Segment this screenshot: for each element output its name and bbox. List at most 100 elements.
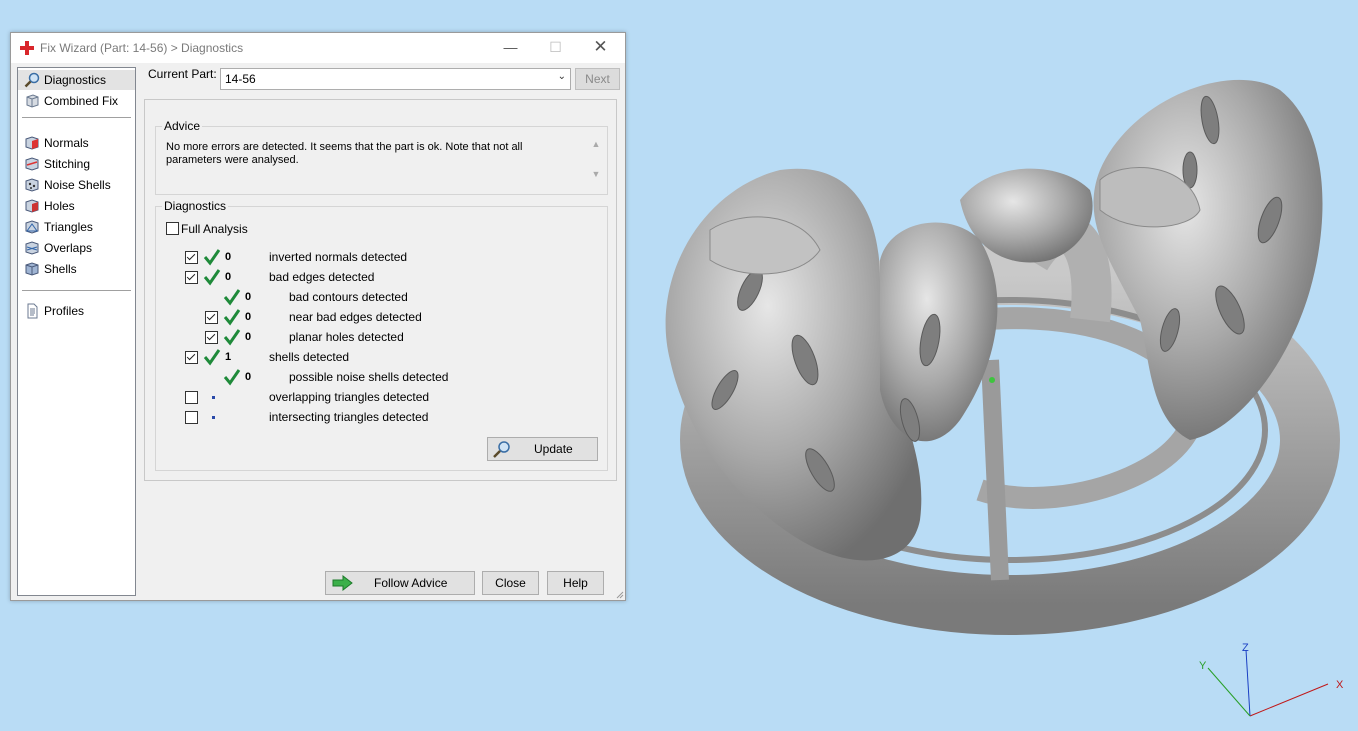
inverted-normals-label: inverted normals detected: [269, 250, 408, 264]
current-part-label: Current Part:: [148, 67, 217, 81]
shells-checkbox[interactable]: [185, 351, 198, 364]
nav-item-label: Profiles: [44, 304, 85, 318]
current-part-dropdown[interactable]: 14-56 ⌄: [220, 68, 571, 90]
advice-title: Advice: [162, 119, 203, 133]
full-analysis-checkbox[interactable]: [166, 222, 179, 235]
fix-wizard-dialog: Fix Wizard (Part: 14-56) > Diagnostics —…: [10, 32, 626, 601]
follow-advice-button[interactable]: Follow Advice: [325, 571, 475, 595]
nav-item-stitching[interactable]: Stitching: [18, 154, 135, 174]
red-cross-icon: [20, 41, 34, 55]
help-button[interactable]: Help: [547, 571, 604, 595]
noise-shells-count: 0: [245, 371, 252, 383]
follow-advice-label: Follow Advice: [374, 576, 448, 590]
overlapping-triangles-checkbox[interactable]: [185, 391, 198, 404]
nav-item-shells[interactable]: Shells: [18, 259, 135, 279]
near-bad-edges-count: 0: [245, 311, 252, 323]
nav-item-label: Stitching: [44, 157, 91, 171]
x-axis-label: X: [1336, 679, 1344, 691]
stitching-icon: [25, 157, 39, 171]
advice-scrollbar[interactable]: ▲ ▼: [589, 139, 603, 185]
axis-triad: [1207, 649, 1329, 717]
next-button[interactable]: Next: [575, 68, 620, 90]
magnifier-icon: [493, 441, 510, 458]
update-button[interactable]: Update: [487, 437, 598, 461]
nav-item-label: Overlaps: [44, 241, 93, 255]
near-bad-edges-label: near bad edges detected: [289, 310, 422, 324]
bad-contours-label: bad contours detected: [289, 290, 408, 304]
holes-cube-icon: [25, 199, 39, 213]
inverted-normals-checkbox[interactable]: [185, 251, 198, 264]
nav-item-label: Normals: [44, 136, 89, 150]
green-arrow-icon: [332, 575, 353, 591]
nav-item-profiles[interactable]: Profiles: [18, 301, 135, 321]
green-check-icon: [203, 249, 221, 266]
nav-item-holes[interactable]: Holes: [18, 196, 135, 216]
nav-item-normals[interactable]: Normals: [18, 133, 135, 153]
chevron-down-icon: ⌄: [557, 71, 566, 82]
shells-label: shells detected: [269, 350, 350, 364]
overlapping-triangles-label: overlapping triangles detected: [269, 390, 430, 404]
noise-shells-icon: [25, 178, 39, 192]
near-bad-edges-checkbox[interactable]: [205, 311, 218, 324]
title-bar[interactable]: Fix Wizard (Part: 14-56) > Diagnostics —…: [11, 33, 625, 63]
nav-item-label: Triangles: [44, 220, 93, 234]
advice-text: No more errors are detected. It seems th…: [166, 141, 523, 166]
nav-item-noise-shells[interactable]: Noise Shells: [18, 175, 135, 195]
nav-item-label: Diagnostics: [44, 73, 107, 87]
intersecting-triangles-label: intersecting triangles detected: [269, 410, 429, 424]
inverted-normals-count: 0: [225, 251, 232, 263]
planar-holes-checkbox[interactable]: [205, 331, 218, 344]
green-check-icon: [223, 369, 241, 386]
nav-item-label: Holes: [44, 199, 75, 213]
bad-contours-count: 0: [245, 291, 252, 303]
planar-holes-count: 0: [245, 331, 252, 343]
noise-shells-label: possible noise shells detected: [289, 370, 449, 384]
bad-edges-count: 0: [225, 271, 232, 283]
update-label: Update: [534, 442, 573, 456]
nav-item-label: Noise Shells: [44, 178, 111, 192]
nav-item-triangles[interactable]: Triangles: [18, 217, 135, 237]
nav-item-label: Shells: [44, 262, 77, 276]
profiles-document-icon: [27, 303, 38, 319]
resize-grip-icon[interactable]: [616, 591, 624, 599]
shells-icon: [25, 262, 39, 276]
overlaps-icon: [25, 241, 39, 255]
diagnostics-title: Diagnostics: [162, 199, 229, 213]
normals-cube-icon: [25, 136, 39, 150]
wizard-nav-list: Diagnostics Combined Fix Normals Stitchi…: [17, 67, 136, 596]
not-analysed-dot-icon: [212, 396, 215, 399]
diagnostics-panel: Advice No more errors are detected. It s…: [144, 99, 617, 481]
nav-item-combined-fix[interactable]: Combined Fix: [18, 91, 135, 111]
nav-divider: [22, 290, 131, 291]
intersecting-triangles-checkbox[interactable]: [185, 411, 198, 424]
ring-model[interactable]: [630, 60, 1340, 635]
y-axis-label: Y: [1199, 660, 1207, 672]
maximize-button[interactable]: ☐: [533, 33, 578, 63]
close-button[interactable]: Close: [482, 571, 539, 595]
green-check-icon: [223, 329, 241, 346]
green-check-icon: [223, 309, 241, 326]
green-check-icon: [203, 269, 221, 286]
bad-edges-label: bad edges detected: [269, 270, 375, 284]
minimize-button[interactable]: —: [488, 33, 533, 63]
shells-count: 1: [225, 351, 232, 363]
green-check-icon: [203, 349, 221, 366]
window-title: Fix Wizard (Part: 14-56) > Diagnostics: [40, 41, 244, 55]
planar-holes-label: planar holes detected: [289, 330, 404, 344]
green-check-icon: [223, 289, 241, 306]
magnifier-icon: [24, 72, 40, 88]
not-analysed-dot-icon: [212, 416, 215, 419]
nav-item-overlaps[interactable]: Overlaps: [18, 238, 135, 258]
nav-divider: [22, 117, 131, 118]
diagnostics-group: Diagnostics Full Analysis 0 inverted nor…: [155, 199, 608, 471]
z-axis-label: Z: [1242, 642, 1249, 654]
advice-group: Advice No more errors are detected. It s…: [155, 119, 608, 195]
nav-item-label: Combined Fix: [44, 94, 119, 108]
cube-icon: [26, 94, 39, 108]
triangles-icon: [25, 220, 39, 234]
full-analysis-label: Full Analysis: [181, 222, 248, 236]
current-part-value: 14-56: [225, 72, 256, 86]
bad-edges-checkbox[interactable]: [185, 271, 198, 284]
window-close-button[interactable]: ✕: [578, 33, 623, 63]
nav-item-diagnostics[interactable]: Diagnostics: [18, 70, 135, 90]
